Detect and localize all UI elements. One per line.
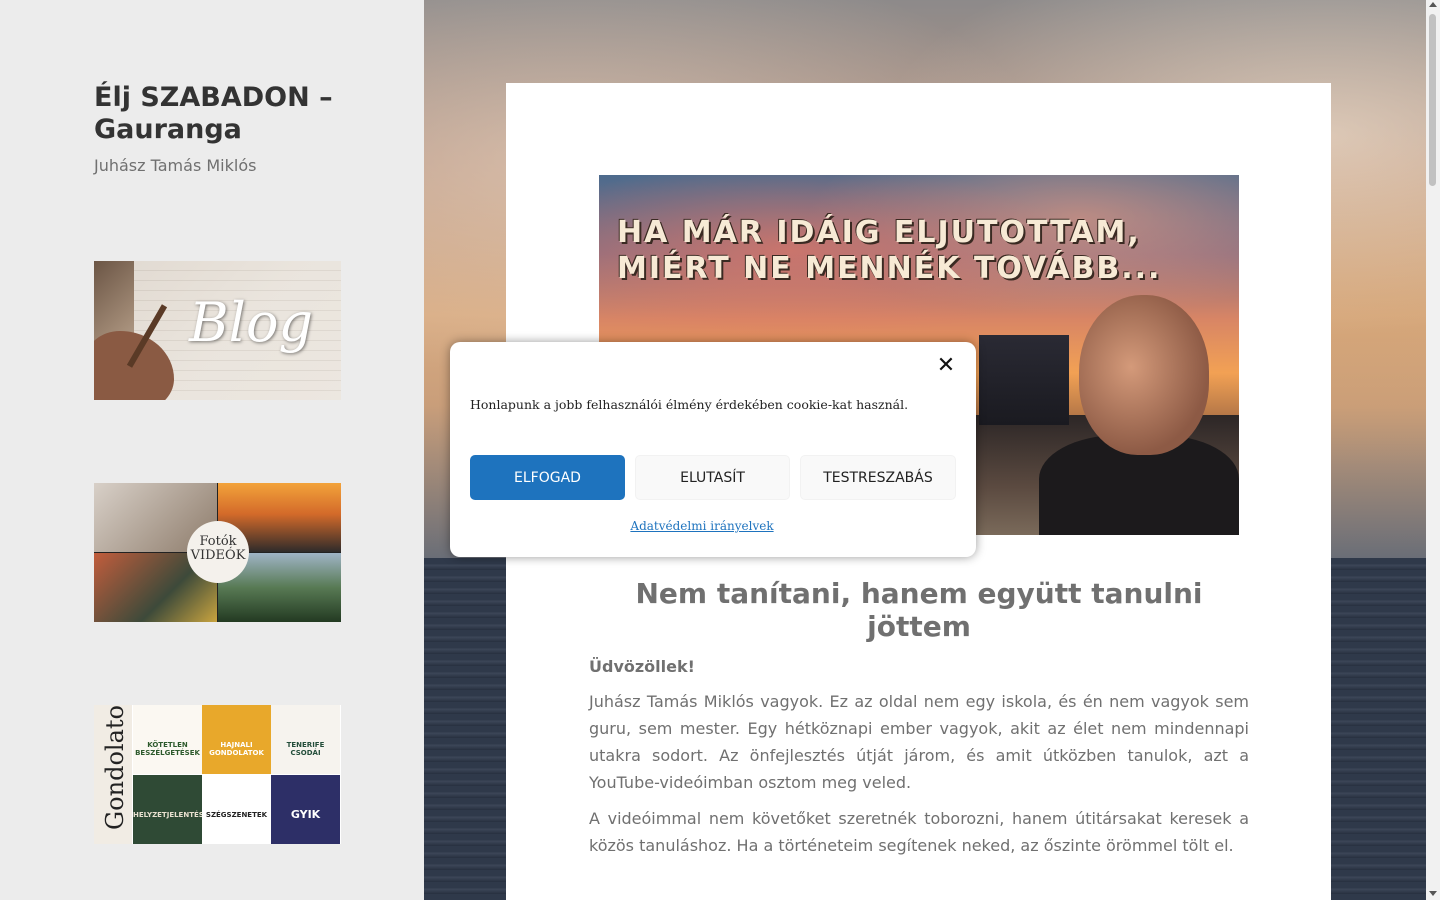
close-icon[interactable]: ✕ bbox=[936, 355, 956, 377]
thoughts-vertical-label: Gondolatok bbox=[94, 705, 132, 844]
article-heading: Nem tanítani, hanem együtt tanulni jötte… bbox=[635, 577, 1203, 643]
customize-button[interactable]: TESTRESZABÁS bbox=[800, 455, 956, 500]
tile-helyzetjelentesek: HELYZETJELENTÉSEK bbox=[133, 775, 214, 844]
tile-tenerife: TENERIFE CSODÁI bbox=[271, 705, 340, 774]
tile-hajnali: HAJNALI GONDOLATOK bbox=[202, 705, 271, 774]
sidebar: Élj SZABADON – Gauranga Juhász Tamás Mik… bbox=[0, 0, 424, 900]
scrollbar[interactable] bbox=[1426, 0, 1440, 900]
scroll-down-arrow-icon[interactable] bbox=[1429, 891, 1437, 896]
videos-label: VIDEÓK bbox=[190, 548, 246, 563]
blog-label: Blog bbox=[189, 291, 314, 354]
second-paragraph: A videóimmal nem követőket szeretnék tob… bbox=[589, 809, 1249, 855]
accept-button[interactable]: ELFOGAD bbox=[470, 455, 625, 500]
intro-paragraph: Juhász Tamás Miklós vagyok. Ez az oldal … bbox=[589, 692, 1249, 792]
hero-text-line1: HA MÁR IDÁIG ELJUTOTTAM, bbox=[617, 215, 1141, 250]
tile-kotetlen: KÖTETLEN BESZÉLGETÉSEK bbox=[133, 705, 202, 774]
blog-widget-image[interactable]: Blog bbox=[94, 261, 341, 400]
deny-button[interactable]: ELUTASÍT bbox=[635, 455, 790, 500]
greeting: Üdvözöllek! bbox=[589, 657, 695, 676]
tile-szegszenetek: SZÉGSZENETEK bbox=[202, 775, 271, 844]
site-title[interactable]: Élj SZABADON – Gauranga bbox=[94, 82, 354, 146]
cookie-consent-dialog: ✕ Honlapunk a jobb felhasználói élmény é… bbox=[450, 342, 976, 557]
photos-videos-badge: Fotók VIDEÓK bbox=[187, 521, 249, 583]
thoughts-label: Gondolatok bbox=[101, 705, 129, 830]
hero-building bbox=[979, 335, 1069, 425]
hero-text-line2: MIÉRT NE MENNÉK TOVÁBB... bbox=[617, 251, 1162, 286]
tile-gyik: GYIK bbox=[271, 775, 340, 844]
privacy-policy-link[interactable]: Adatvédelmi irányelvek bbox=[450, 519, 954, 533]
site-description: Juhász Tamás Miklós bbox=[94, 156, 257, 175]
cookie-message: Honlapunk a jobb felhasználói élmény érd… bbox=[470, 397, 909, 412]
scrollbar-thumb[interactable] bbox=[1429, 14, 1436, 186]
photos-label: Fotók bbox=[199, 534, 237, 549]
scroll-up-arrow-icon[interactable] bbox=[1429, 2, 1437, 7]
photos-videos-widget-image[interactable]: Fotók VIDEÓK bbox=[94, 483, 341, 622]
hero-person-face bbox=[1079, 295, 1209, 455]
thoughts-widget-image[interactable]: Gondolatok KÖTETLEN BESZÉLGETÉSEK HAJNAL… bbox=[94, 705, 341, 844]
